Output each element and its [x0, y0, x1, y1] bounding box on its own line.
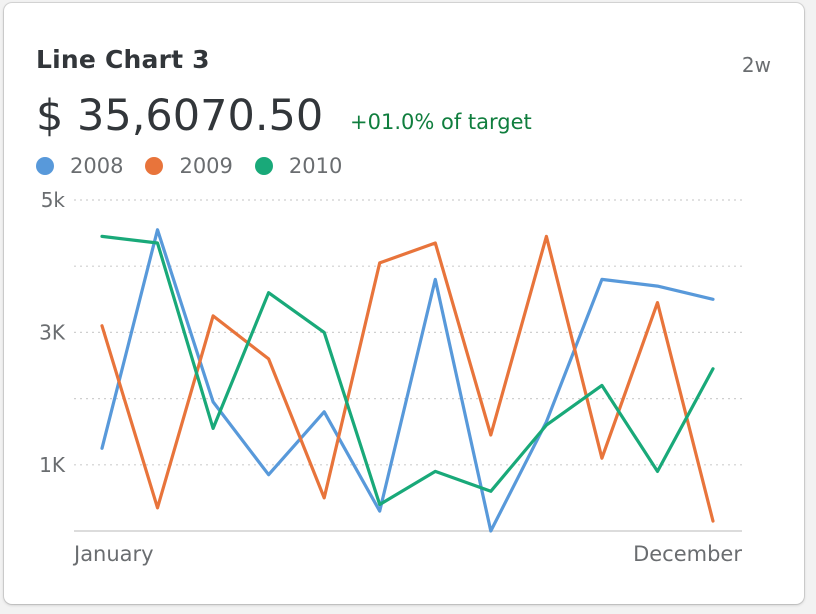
x-tick-label: December [633, 542, 742, 566]
series-line-2009 [100, 234, 715, 523]
line-chart: 5k 3K 1K January December [39, 188, 742, 566]
x-tick-label: January [72, 542, 154, 566]
y-tick-label: 5k [41, 188, 66, 212]
y-tick-label: 1K [39, 453, 66, 477]
chart-card: Line Chart 3 2w $ 35,6070.50 +01.0% of t… [4, 3, 804, 604]
y-tick-label: 3K [39, 320, 66, 344]
